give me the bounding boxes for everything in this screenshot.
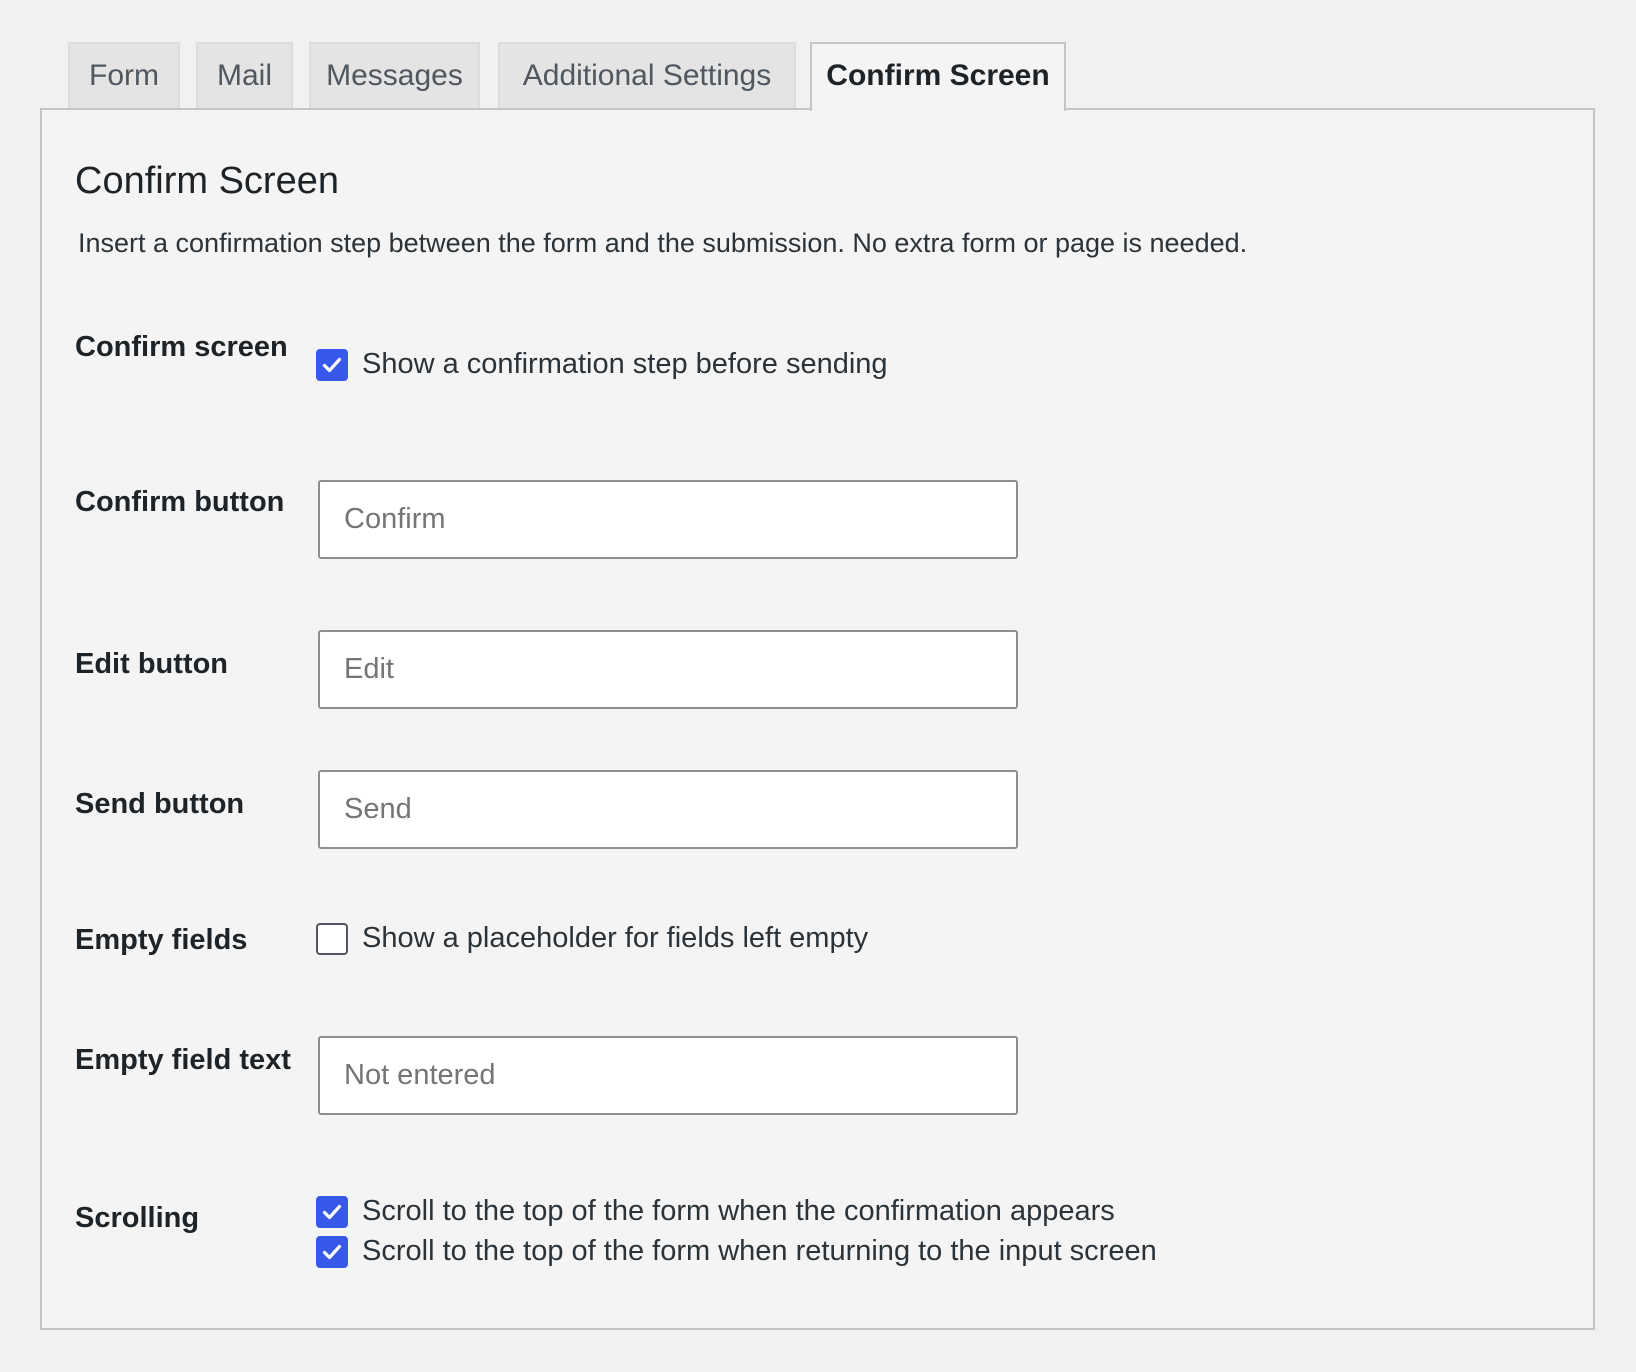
confirm-screen-panel: Confirm Screen Insert a confirmation ste… bbox=[40, 108, 1595, 1330]
panel-description: Insert a confirmation step between the f… bbox=[78, 228, 1248, 258]
empty-fields-label: Empty fields bbox=[75, 924, 248, 956]
scroll-on-confirm-checkbox[interactable] bbox=[316, 1195, 348, 1228]
confirm-screen-label: Confirm screen bbox=[75, 331, 288, 363]
tab-form-label: Form bbox=[89, 59, 159, 92]
send-button-label: Send button bbox=[75, 788, 245, 820]
confirm-screen-option-label: Show a confirmation step before sending bbox=[362, 348, 888, 380]
send-button-input[interactable] bbox=[318, 770, 1018, 849]
tab-mail-label: Mail bbox=[216, 59, 272, 92]
confirm-button-input[interactable] bbox=[318, 480, 1018, 559]
tab-confirm-screen-label: Confirm Screen bbox=[826, 59, 1050, 92]
scroll-on-return-checkbox[interactable] bbox=[316, 1235, 348, 1268]
panel-title: Confirm Screen bbox=[75, 160, 339, 202]
check-icon bbox=[322, 1244, 342, 1259]
tab-confirm-screen[interactable]: Confirm Screen bbox=[810, 42, 1066, 111]
tab-additional-settings[interactable]: Additional Settings bbox=[498, 42, 796, 108]
confirm-button-label: Confirm button bbox=[75, 486, 285, 518]
scroll-on-return-option[interactable]: Scroll to the top of the form when retur… bbox=[316, 1235, 1157, 1268]
tab-form[interactable]: Form bbox=[68, 42, 180, 108]
tab-additional-settings-label: Additional Settings bbox=[522, 59, 772, 92]
check-icon bbox=[322, 357, 342, 372]
confirm-screen-option[interactable]: Show a confirmation step before sending bbox=[316, 348, 888, 381]
edit-button-label: Edit button bbox=[75, 648, 229, 680]
tab-mail[interactable]: Mail bbox=[196, 42, 293, 108]
scrolling-label: Scrolling bbox=[75, 1202, 200, 1234]
empty-fields-option[interactable]: Show a placeholder for fields left empty bbox=[316, 922, 868, 955]
tab-messages[interactable]: Messages bbox=[309, 42, 480, 108]
check-icon bbox=[322, 1204, 342, 1219]
scroll-on-confirm-label: Scroll to the top of the form when the c… bbox=[362, 1195, 1115, 1227]
empty-fields-checkbox[interactable] bbox=[316, 922, 348, 955]
tab-messages-label: Messages bbox=[326, 59, 463, 92]
empty-field-text-label: Empty field text bbox=[75, 1044, 291, 1076]
empty-field-text-input[interactable] bbox=[318, 1036, 1018, 1115]
empty-fields-option-label: Show a placeholder for fields left empty bbox=[362, 922, 869, 954]
scroll-on-confirm-option[interactable]: Scroll to the top of the form when the c… bbox=[316, 1195, 1115, 1228]
scroll-on-return-label: Scroll to the top of the form when retur… bbox=[362, 1235, 1157, 1267]
confirm-screen-checkbox[interactable] bbox=[316, 348, 348, 381]
edit-button-input[interactable] bbox=[318, 630, 1018, 709]
